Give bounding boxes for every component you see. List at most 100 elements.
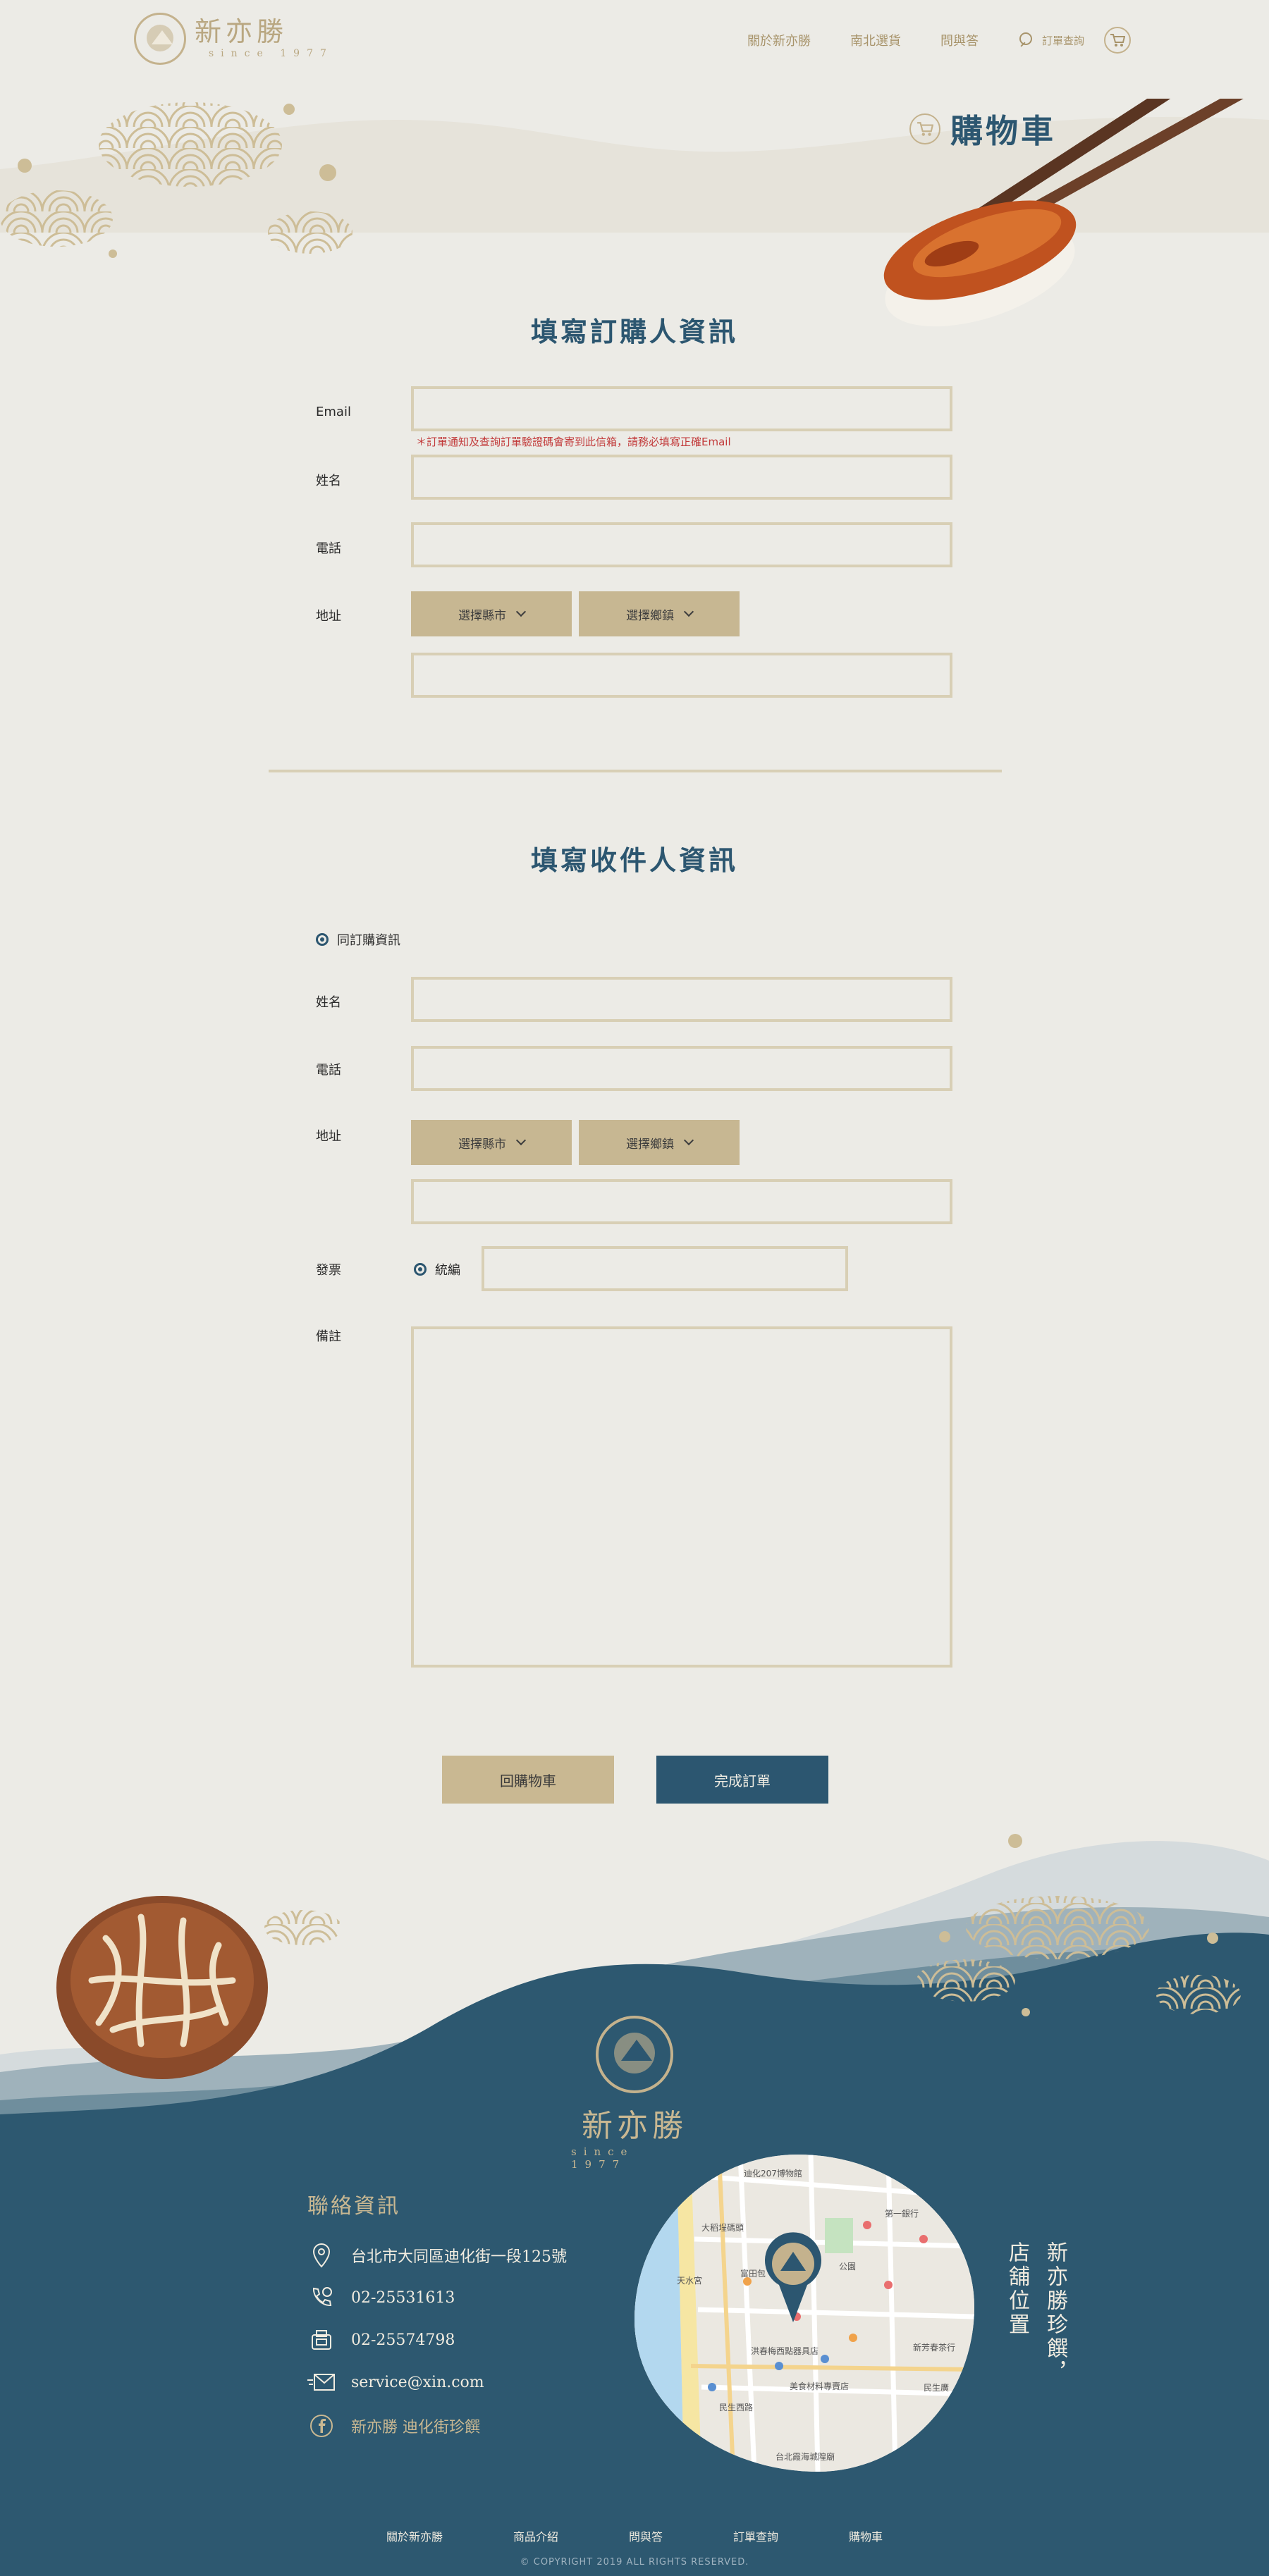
contact-phone-text: 02-25531613 [351, 2288, 455, 2307]
email-note: ＊訂單通知及查詢訂單驗證碼會寄到此信箱，請務必填寫正確Email [416, 436, 731, 448]
buyer-email-label: Email [316, 405, 351, 419]
chevron-down-icon [683, 1135, 694, 1146]
footer-nav-products[interactable]: 商品介紹 [513, 2527, 558, 2544]
buyer-name-input[interactable] [411, 455, 952, 500]
footer-emblem-icon [596, 2016, 673, 2093]
radio-selected-icon [316, 933, 329, 946]
same-as-buyer-radio[interactable]: 同訂購資訊 [316, 930, 400, 949]
map-label: 迪化207博物館 [744, 2169, 802, 2178]
contact-email[interactable]: service@xin.com [307, 2368, 484, 2396]
nav-about[interactable]: 關於新亦勝 [747, 31, 811, 49]
section-divider [269, 770, 1002, 772]
cart-button[interactable] [1104, 27, 1132, 54]
buyer-phone-label: 電話 [316, 541, 341, 556]
facebook-icon [307, 2412, 336, 2440]
nav-order-query[interactable]: 訂單查詢 [1018, 31, 1084, 49]
map-marker-icon [765, 2232, 821, 2322]
facebook-link[interactable]: 新亦勝 迪化街珍饌 [307, 2412, 480, 2440]
complete-order-button[interactable]: 完成訂單 [656, 1756, 828, 1804]
store-map[interactable]: 迪化207博物館 大稻埕碼頭 第一銀行 天水宮 富田包 公園 洪春梅西點器具店 … [634, 2155, 974, 2472]
mail-icon [307, 2368, 336, 2396]
footer-nav: 關於新亦勝 商品介紹 問與答 訂單查詢 購物車 [0, 2527, 1269, 2544]
footer-brand-since: since 1977 [571, 2145, 634, 2171]
same-as-buyer-label: 同訂購資訊 [337, 933, 400, 948]
buyer-town-select-label: 選擇鄉鎮 [626, 608, 674, 623]
chevron-down-icon [683, 606, 694, 617]
facebook-text: 新亦勝 迪化街珍饌 [351, 2419, 480, 2436]
map-label: 民生西路 [719, 2403, 754, 2412]
footer-brand-name: 新亦勝 [582, 2108, 687, 2144]
brand-since: since 1977 [209, 48, 333, 59]
map-label: 台北霞海城隍廟 [776, 2452, 835, 2462]
receiver-name-input[interactable] [411, 977, 952, 1022]
back-to-cart-button[interactable]: 回購物車 [442, 1756, 614, 1804]
invoice-label: 發票 [316, 1263, 341, 1278]
receiver-town-select[interactable]: 選擇鄉鎮 [579, 1120, 740, 1165]
order-query-label: 訂單查詢 [1042, 34, 1085, 47]
buyer-section-title: 填寫訂購人資訊 [530, 316, 738, 347]
fax-icon [307, 2326, 336, 2354]
contact-title: 聯絡資訊 [307, 2194, 400, 2219]
buyer-city-select-label: 選擇縣市 [458, 608, 506, 623]
phone-icon [307, 2284, 336, 2312]
contact-phone[interactable]: 02-25531613 [307, 2284, 455, 2312]
buyer-phone-input[interactable] [411, 522, 952, 567]
cart-icon [1110, 34, 1126, 47]
receiver-name-label: 姓名 [316, 995, 341, 1010]
copyright: © COPYRIGHT 2019 ALL RIGHTS RESERVED. [520, 2557, 749, 2568]
search-icon [1018, 31, 1036, 49]
brand-logo[interactable]: 新亦勝 since 1977 [134, 13, 333, 65]
receiver-city-select[interactable]: 選擇縣市 [411, 1120, 572, 1165]
chevron-down-icon [515, 1135, 527, 1146]
receiver-address-label: 地址 [316, 1129, 341, 1144]
buyer-name-label: 姓名 [316, 474, 341, 488]
contact-fax-text: 02-25574798 [351, 2331, 455, 2349]
contact-address-text: 台北市大同區迪化街一段125號 [351, 2248, 567, 2266]
map-label: 公園 [839, 2262, 857, 2272]
chevron-down-icon [515, 606, 527, 617]
footer-nav-order-query[interactable]: 訂單查詢 [733, 2527, 778, 2544]
remark-label: 備註 [316, 1329, 341, 1344]
map-caption-line-1: 新亦勝珍饌， [1043, 2241, 1067, 2385]
receiver-phone-input[interactable] [411, 1046, 952, 1091]
radio-selected-icon [414, 1263, 427, 1276]
nav-faq[interactable]: 問與答 [940, 31, 979, 49]
footer-nav-about[interactable]: 關於新亦勝 [386, 2527, 443, 2544]
map-label: 天水宮 [677, 2276, 703, 2286]
receiver-section-title: 填寫收件人資訊 [530, 844, 738, 876]
main-nav: 關於新亦勝 南北選貨 問與答 訂單查詢 [747, 27, 1132, 54]
buyer-email-input[interactable] [411, 386, 952, 431]
buyer-address-label: 地址 [316, 609, 341, 624]
brand-name: 新亦勝 [195, 16, 288, 47]
map-label: 大稻埕碼頭 [701, 2223, 744, 2233]
receiver-city-select-label: 選擇縣市 [458, 1137, 506, 1152]
map-caption: 新亦勝珍饌， 店舖位置 [1001, 2241, 1070, 2385]
invoice-taxid-label: 統編 [435, 1263, 460, 1278]
buyer-town-select[interactable]: 選擇鄉鎮 [579, 591, 740, 636]
map-label: 新芳春茶行 [913, 2343, 956, 2353]
receiver-town-select-label: 選擇鄉鎮 [626, 1137, 674, 1152]
invoice-taxid-radio[interactable]: 統編 [414, 1260, 460, 1278]
map-label: 美食材料專賣店 [790, 2381, 850, 2391]
contact-fax: 02-25574798 [307, 2326, 455, 2354]
nav-selection[interactable]: 南北選貨 [850, 31, 901, 49]
remark-textarea[interactable] [411, 1326, 952, 1668]
logo-emblem-icon [134, 13, 186, 65]
site-footer: 新亦勝 since 1977 聯絡資訊 台北市大同區迪化街一段125號 02-2… [0, 1804, 1269, 2576]
buyer-city-select[interactable]: 選擇縣市 [411, 591, 572, 636]
map-label: 洪春梅西點器具店 [751, 2346, 819, 2356]
footer-nav-faq[interactable]: 問與答 [629, 2527, 663, 2544]
contact-email-text: service@xin.com [351, 2373, 484, 2391]
map-caption-line-2: 店舖位置 [1005, 2241, 1029, 2337]
taxid-input[interactable] [482, 1246, 848, 1291]
map-label: 民生廣 [924, 2383, 950, 2393]
site-header: 新亦勝 since 1977 關於新亦勝 南北選貨 問與答 訂單查詢 [0, 0, 1269, 78]
location-pin-icon [307, 2241, 336, 2269]
buyer-address-input[interactable] [411, 653, 952, 698]
footer-nav-cart[interactable]: 購物車 [849, 2527, 883, 2544]
map-label: 第一銀行 [885, 2209, 919, 2219]
receiver-address-input[interactable] [411, 1179, 952, 1224]
receiver-phone-label: 電話 [316, 1063, 341, 1078]
footer-logo[interactable]: 新亦勝 since 1977 [571, 2016, 698, 2171]
contact-address: 台北市大同區迪化街一段125號 [307, 2241, 567, 2269]
